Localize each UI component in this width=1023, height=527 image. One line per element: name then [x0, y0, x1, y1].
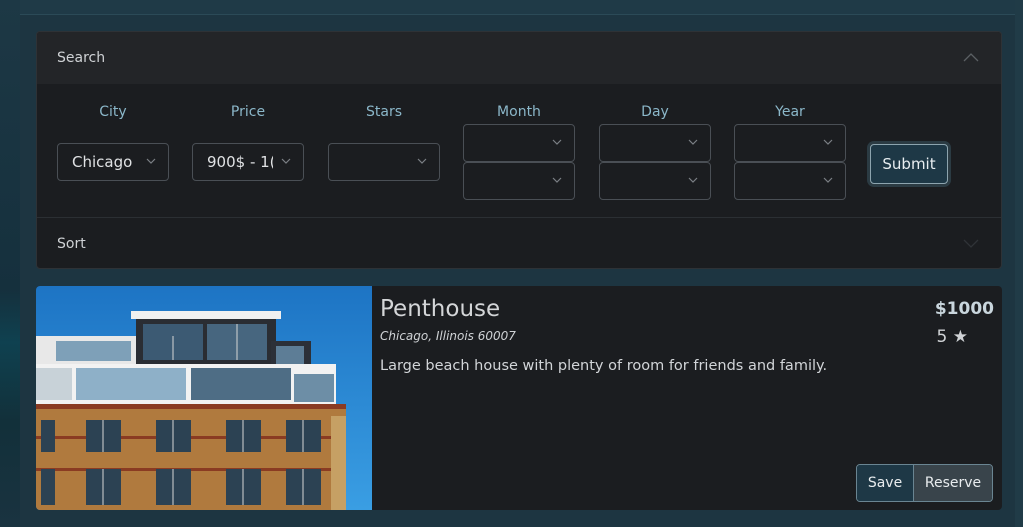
save-button[interactable]: Save — [857, 465, 914, 501]
search-filters: City Chicago Price 900$ - 1( Stars Month — [37, 84, 1001, 217]
reserve-button[interactable]: Reserve — [914, 465, 992, 501]
sort-panel-header[interactable]: Sort — [37, 217, 1001, 268]
year-to-select[interactable] — [734, 162, 846, 200]
chevron-down-icon[interactable] — [963, 239, 979, 249]
chevron-down-icon — [823, 177, 833, 183]
month-label: Month — [497, 104, 541, 120]
chevron-up-icon[interactable] — [963, 52, 979, 62]
year-from-select[interactable] — [734, 124, 846, 162]
month-to-select[interactable] — [463, 162, 575, 200]
city-label: City — [99, 104, 127, 120]
price-value: 900$ - 1( — [207, 153, 273, 171]
search-panel-title: Search — [57, 50, 106, 66]
day-to-select[interactable] — [599, 162, 711, 200]
chevron-down-icon — [823, 139, 833, 145]
listing-title: Penthouse — [380, 296, 501, 322]
stars-select[interactable] — [328, 143, 440, 181]
month-from-select[interactable] — [463, 124, 575, 162]
city-value: Chicago — [72, 153, 133, 171]
chevron-down-icon — [552, 139, 562, 145]
listing-price: $1000 — [934, 299, 994, 319]
chevron-down-icon — [281, 158, 291, 164]
stars-label: Stars — [365, 104, 402, 120]
listing-description: Large beach house with plenty of room fo… — [380, 358, 828, 374]
chevron-down-icon — [417, 158, 427, 164]
search-panel: Search City Chicago Price 900$ - 1( Star… — [36, 31, 1002, 269]
listing-actions: Save Reserve — [856, 464, 993, 502]
price-select[interactable]: 900$ - 1( — [192, 143, 304, 181]
day-from-select[interactable] — [599, 124, 711, 162]
background-left — [0, 0, 20, 527]
background-right — [1015, 0, 1023, 527]
submit-button[interactable]: Submit — [870, 144, 948, 184]
listing-rating: 5 ★ — [936, 327, 968, 347]
listing-card: Penthouse Chicago, Illinois 60007 Large … — [36, 286, 1002, 510]
top-strip — [20, 0, 1015, 15]
search-panel-header[interactable]: Search — [37, 32, 1001, 84]
chevron-down-icon — [552, 177, 562, 183]
chevron-down-icon — [146, 158, 156, 164]
chevron-down-icon — [688, 139, 698, 145]
day-label: Day — [641, 104, 669, 120]
listing-photo — [36, 286, 372, 510]
sort-label: Sort — [57, 236, 86, 252]
year-label: Year — [775, 104, 805, 120]
chevron-down-icon — [688, 177, 698, 183]
city-select[interactable]: Chicago — [57, 143, 169, 181]
listing-address: Chicago, Illinois 60007 — [380, 329, 516, 343]
price-label: Price — [230, 104, 266, 120]
